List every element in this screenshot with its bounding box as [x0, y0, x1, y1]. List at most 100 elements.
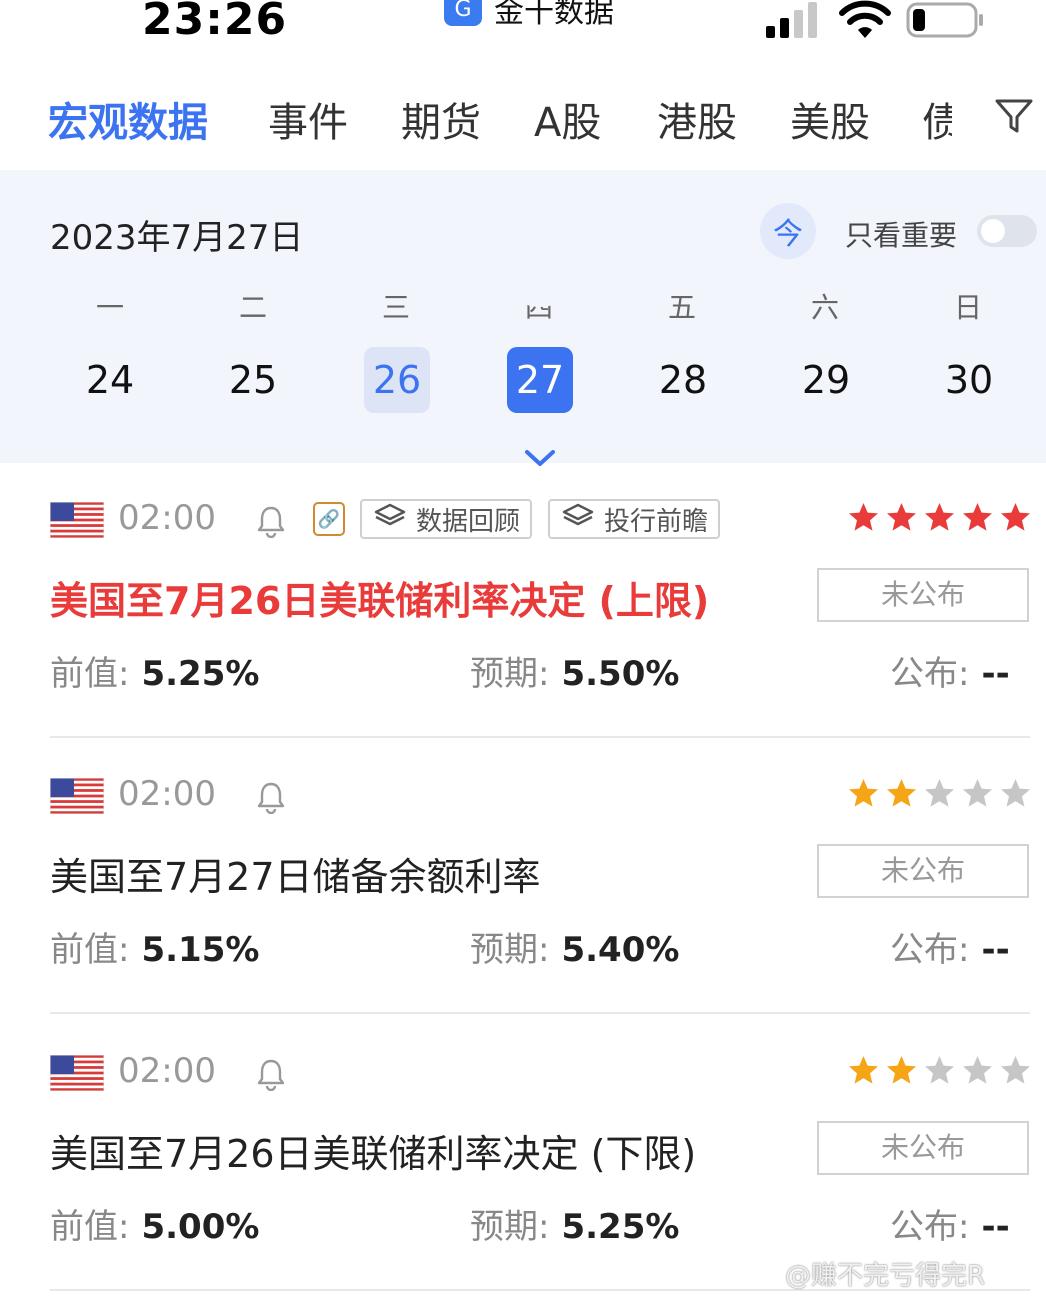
tag-label: 数据回顾: [416, 506, 521, 537]
star-icon: [887, 779, 916, 807]
day-cell-yesterday[interactable]: 26: [364, 347, 430, 413]
release-status-badge: 未公布: [817, 1121, 1029, 1175]
tab-us-stocks[interactable]: 美股: [790, 90, 870, 148]
star-icon: [963, 1056, 992, 1084]
event-row[interactable]: 02:00 美国至7月27日储备余额利率 未公布 前值: 5.15% 预期: 5.40% 公布…: [0, 738, 1046, 1014]
previous-value: 前值: 5.15%: [50, 922, 259, 971]
event-row[interactable]: 02:00 🔗 数据回顾 投行前瞻美国至7月26日美联储利率决定 (上限) 未公布前值:…: [0, 462, 1046, 738]
weekday-mon: 一: [95, 291, 124, 324]
actual-value: 公布: --: [890, 1199, 1010, 1248]
weekday-sun: 日: [953, 291, 982, 324]
weekday-fri: 五: [667, 291, 696, 324]
layers-icon: [562, 502, 594, 537]
bell-icon[interactable]: [256, 780, 286, 815]
star-icon: [1001, 503, 1030, 531]
star-icon: [925, 1056, 954, 1084]
actual-label: 公布:: [890, 930, 970, 970]
data-review-button[interactable]: 数据回顾: [360, 499, 532, 539]
previous-value: 前值: 5.00%: [50, 1199, 259, 1248]
star-icon: [1001, 779, 1030, 807]
star-icon: [887, 1056, 916, 1084]
category-tabs: 宏观数据 事件 期货 A股 港股 美股 债: [0, 80, 1046, 160]
importance-stars: [848, 1055, 1031, 1086]
date-picker: 2023年7月27日 今 只看重要 一 二 三 四 五 六 日 24 25 26…: [0, 170, 1046, 463]
forecast-number: 5.40%: [561, 930, 680, 970]
wifi-icon: [839, 0, 891, 38]
forecast-label: 预期:: [470, 654, 550, 694]
actual-number: --: [981, 1207, 1010, 1247]
day-cell[interactable]: 25: [220, 347, 286, 413]
actual-number: --: [981, 930, 1010, 970]
today-button[interactable]: 今: [760, 203, 816, 259]
previous-label: 前值:: [50, 654, 130, 694]
link-icon[interactable]: 🔗: [313, 502, 345, 536]
forecast-value: 预期: 5.50%: [470, 646, 679, 695]
day-cell[interactable]: 29: [793, 347, 859, 413]
previous-label: 前值:: [50, 930, 130, 970]
status-bar: 23:26 G 金十数据: [0, 0, 1046, 60]
day-cell[interactable]: 24: [77, 347, 143, 413]
forecast-value: 预期: 5.25%: [470, 1199, 679, 1248]
importance-stars: [848, 502, 1031, 533]
row-divider: [50, 1012, 1030, 1014]
important-only-label: 只看重要: [845, 219, 958, 252]
us-flag-icon: [49, 777, 105, 815]
bell-icon[interactable]: [256, 504, 286, 539]
current-date: 2023年7月27日: [50, 218, 304, 258]
star-icon: [925, 779, 954, 807]
star-icon: [963, 779, 992, 807]
layers-icon: [374, 502, 406, 537]
previous-number: 5.15%: [141, 930, 260, 970]
actual-value: 公布: --: [890, 922, 1010, 971]
event-row[interactable]: 02:00 美国至7月26日美联储利率决定 (下限) 未公布 前值: 5.00% 预期: 5…: [0, 1015, 1046, 1291]
day-cell-selected[interactable]: 27: [507, 347, 573, 413]
weekday-sat: 六: [810, 291, 839, 324]
tab-bonds[interactable]: 债: [922, 90, 952, 148]
status-clock: 23:26: [142, 0, 288, 45]
event-title[interactable]: 美国至7月27日储备余额利率: [50, 846, 541, 901]
star-icon: [963, 503, 992, 531]
release-status-badge: 未公布: [817, 568, 1029, 622]
app-indicator: G 金十数据: [444, 0, 614, 30]
bank-preview-button[interactable]: 投行前瞻: [548, 499, 720, 539]
app-name: 金十数据: [494, 0, 614, 30]
actual-label: 公布:: [890, 654, 970, 694]
star-icon: [1001, 1056, 1030, 1084]
day-cell[interactable]: 28: [650, 347, 716, 413]
filter-funnel-icon[interactable]: [994, 96, 1034, 136]
bell-icon[interactable]: [256, 1057, 286, 1092]
previous-label: 前值:: [50, 1207, 130, 1247]
battery-icon: [906, 2, 983, 38]
app-icon: G: [444, 0, 482, 26]
actual-label: 公布:: [890, 1207, 970, 1247]
tab-macro-data[interactable]: 宏观数据: [48, 90, 208, 148]
toggle-knob: [981, 219, 1005, 243]
event-title[interactable]: 美国至7月26日美联储利率决定 (下限): [50, 1123, 696, 1178]
weekday-tue: 二: [238, 291, 267, 324]
event-time: 02:00: [118, 774, 216, 814]
star-icon: [925, 503, 954, 531]
tab-a-shares[interactable]: A股: [534, 90, 601, 148]
forecast-number: 5.50%: [561, 654, 680, 694]
event-time: 02:00: [118, 1051, 216, 1091]
forecast-label: 预期:: [470, 930, 550, 970]
actual-number: --: [981, 654, 1010, 694]
tab-events[interactable]: 事件: [268, 90, 348, 148]
important-only-toggle[interactable]: [977, 215, 1037, 247]
event-time: 02:00: [118, 498, 216, 538]
actual-value: 公布: --: [890, 646, 1010, 695]
tab-hk-stocks[interactable]: 港股: [657, 90, 737, 148]
previous-value: 前值: 5.25%: [50, 646, 259, 695]
cellular-signal-icon: [766, 2, 817, 38]
star-icon: [849, 503, 878, 531]
forecast-value: 预期: 5.40%: [470, 922, 679, 971]
event-title[interactable]: 美国至7月26日美联储利率决定 (上限): [50, 570, 709, 625]
previous-number: 5.25%: [141, 654, 260, 694]
day-cell[interactable]: 30: [936, 347, 1002, 413]
weekday-wed: 三: [381, 291, 410, 324]
us-flag-icon: [49, 1054, 105, 1092]
tab-futures[interactable]: 期货: [401, 90, 481, 148]
previous-number: 5.00%: [141, 1207, 260, 1247]
star-icon: [849, 779, 878, 807]
forecast-label: 预期:: [470, 1207, 550, 1247]
